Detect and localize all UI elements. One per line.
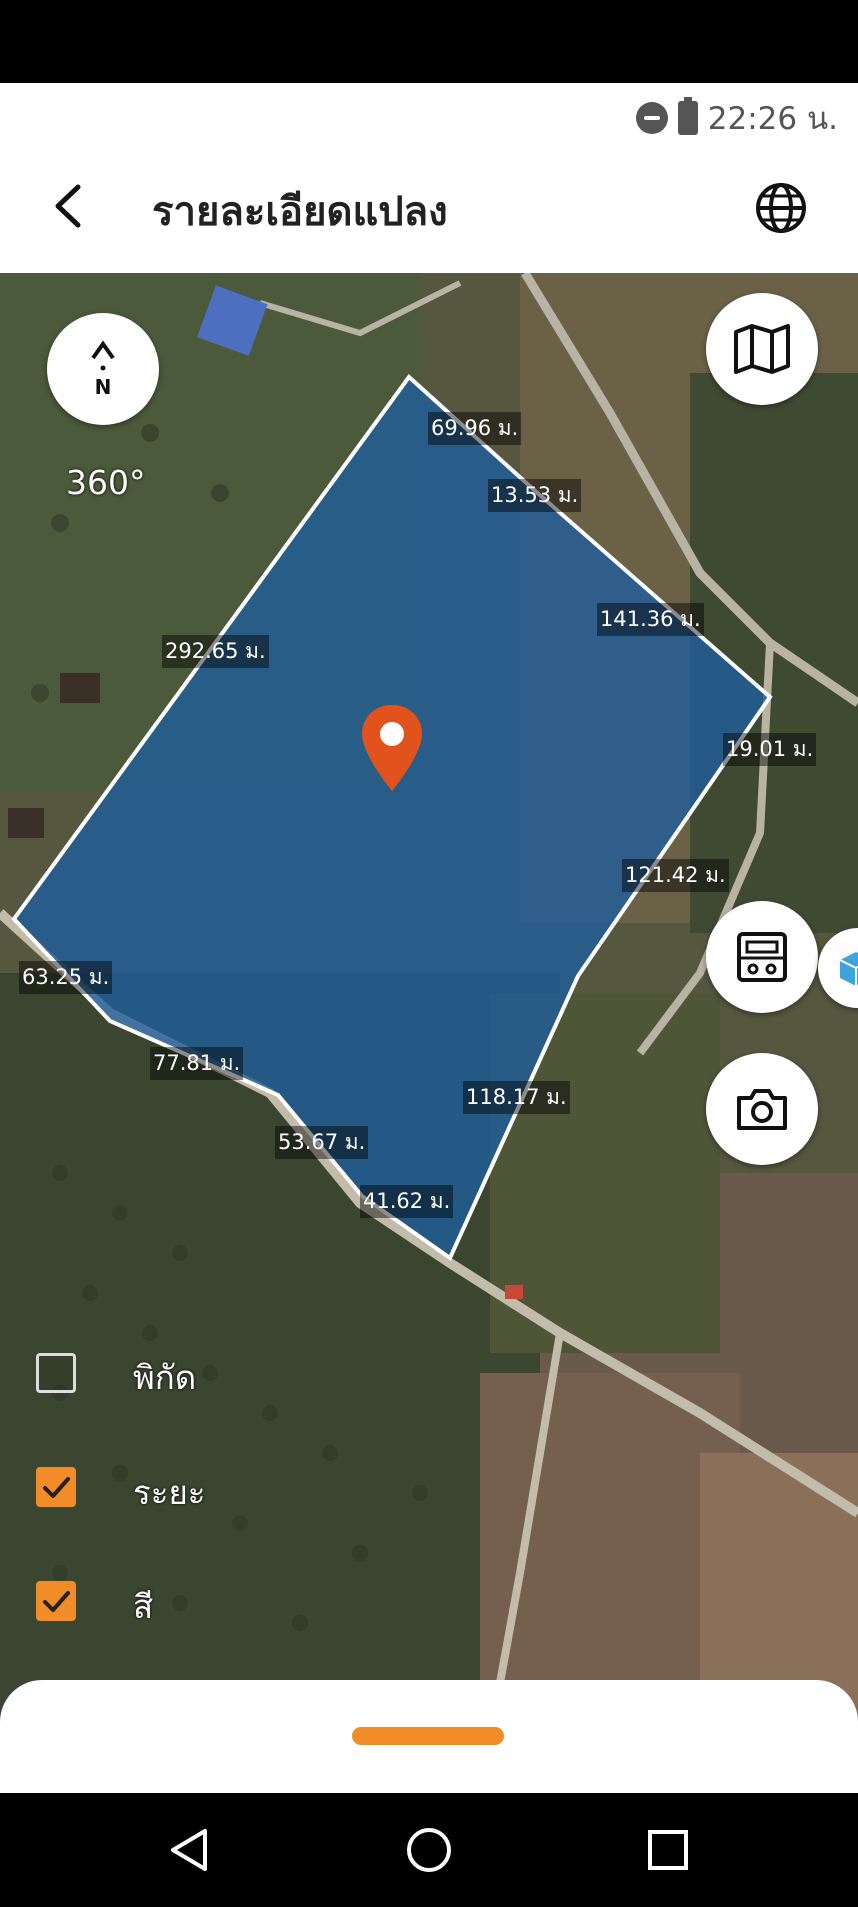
measure-label: 69.96 ม.	[428, 412, 522, 445]
location-pin-icon[interactable]	[360, 703, 424, 793]
camera-icon	[737, 1089, 787, 1130]
distance-checkbox[interactable]	[36, 1467, 76, 1507]
back-arrow-icon[interactable]	[40, 175, 102, 237]
satellite-map[interactable]: N 360° 69.96 ม. 13.53 ม. 141.36 ม. 292.6…	[0, 273, 858, 1793]
status-time: 22:26 น.	[707, 101, 838, 137]
calculator-icon	[737, 932, 787, 982]
measure-label: 77.81 ม.	[150, 1047, 244, 1080]
map-icon	[734, 324, 790, 374]
coordinates-label: พิกัด	[133, 1358, 197, 1397]
coordinates-checkbox[interactable]	[36, 1353, 76, 1393]
bottom-sheet[interactable]	[0, 1680, 858, 1793]
measure-label: 13.53 ม.	[488, 479, 582, 512]
measure-label: 141.36 ม.	[597, 603, 704, 636]
measure-label: 53.67 ม.	[275, 1126, 369, 1159]
app-bar: รายละเอียดแปลง	[0, 145, 858, 273]
check-icon	[43, 1477, 70, 1498]
color-label: สี	[133, 1587, 154, 1626]
color-checkbox[interactable]	[36, 1581, 76, 1621]
camera-cutout-area	[0, 0, 858, 83]
page-title: รายละเอียดแปลง	[152, 189, 448, 235]
compass-letter: N	[95, 375, 112, 399]
check-icon	[43, 1591, 70, 1612]
battery-icon	[677, 97, 698, 135]
nav-recents-icon[interactable]	[643, 1825, 693, 1875]
measure-label: 118.17 ม.	[463, 1081, 570, 1114]
rotation-degrees: 360°	[66, 463, 146, 502]
system-nav-bar	[0, 1793, 858, 1907]
map-layers-button[interactable]	[706, 293, 818, 405]
compass-button[interactable]: N	[47, 313, 159, 425]
status-bar: 22:26 น.	[0, 83, 858, 145]
globe-icon[interactable]	[754, 181, 808, 235]
nav-home-icon[interactable]	[404, 1825, 454, 1875]
camera-button[interactable]	[706, 1053, 818, 1165]
distance-label: ระยะ	[133, 1473, 206, 1512]
compass-icon: N	[91, 340, 115, 399]
nav-back-icon[interactable]	[165, 1825, 215, 1875]
measure-label: 41.62 ม.	[360, 1185, 454, 1218]
cube-icon	[839, 952, 858, 986]
measure-label: 121.42 ม.	[622, 859, 729, 892]
measure-label: 19.01 ม.	[723, 733, 817, 766]
measure-label: 292.65 ม.	[162, 635, 269, 668]
do-not-disturb-icon	[635, 102, 668, 134]
measure-label: 63.25 ม.	[19, 961, 113, 994]
calculator-button[interactable]	[706, 901, 818, 1013]
sheet-drag-handle[interactable]	[352, 1727, 504, 1745]
